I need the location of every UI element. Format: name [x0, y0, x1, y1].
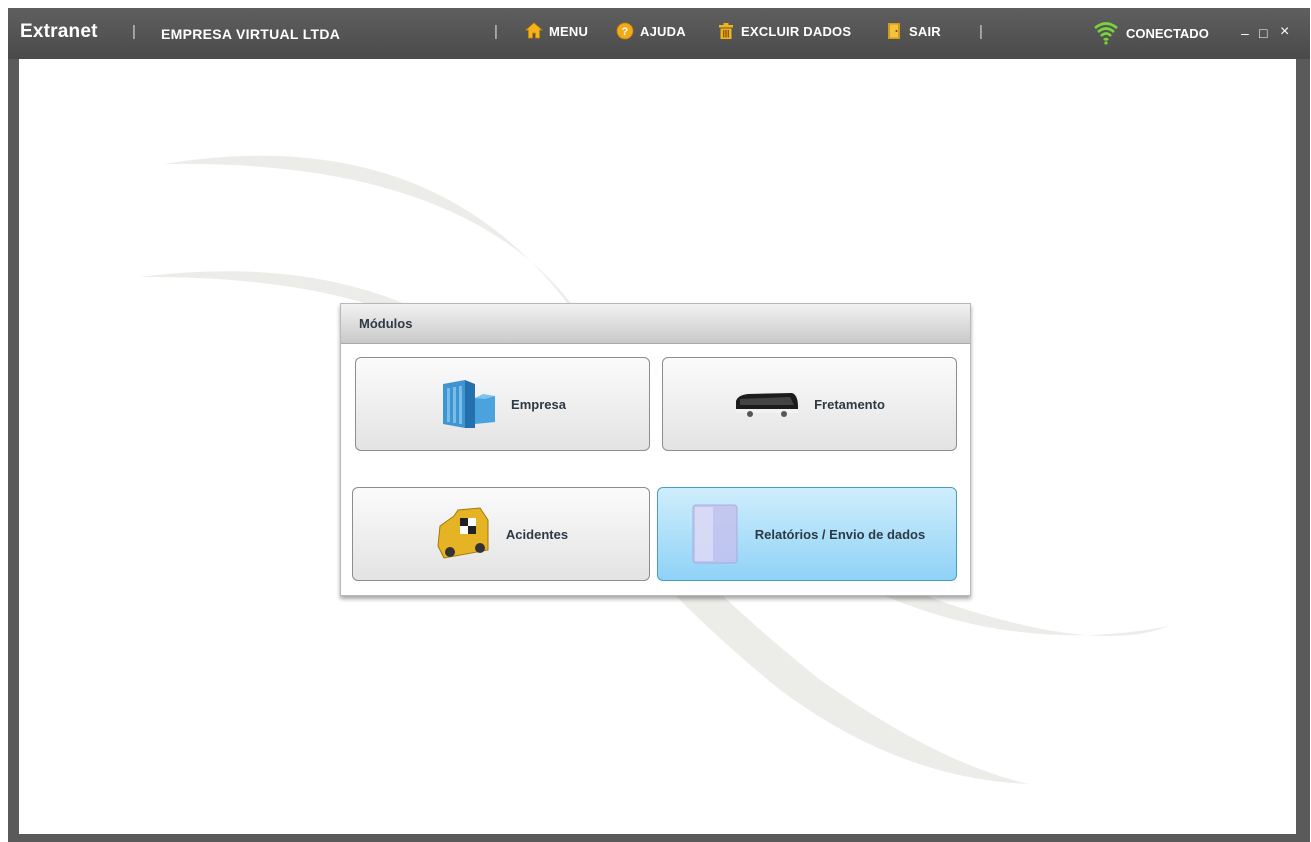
door-icon [888, 23, 900, 39]
accident-icon [437, 507, 489, 559]
exit-label: SAIR [909, 23, 941, 39]
fretamento-module-label: Fretamento [814, 396, 885, 412]
help-label: AJUDA [640, 23, 686, 39]
modules-panel: Módulos Empresa Fretamento Acidentes Rel… [340, 303, 971, 596]
title-separator: | [132, 23, 136, 40]
trash-icon [719, 23, 733, 39]
app-title: Extranet [20, 21, 98, 42]
exit-button[interactable]: SAIR [885, 22, 941, 40]
acidentes-module-button[interactable]: Acidentes [352, 487, 650, 581]
acidentes-module-label: Acidentes [505, 526, 569, 542]
bus-icon [736, 393, 799, 417]
nav-separator-right: | [979, 23, 983, 40]
relatorios-module-button[interactable]: Relatórios / Envio de dados [657, 487, 957, 581]
signal-icon [1094, 22, 1118, 45]
connection-status: CONECTADO [1092, 21, 1209, 45]
empresa-module-label: Empresa [511, 396, 566, 412]
delete-data-button[interactable]: EXCLUIR DADOS [717, 22, 851, 40]
title-bar: Extranet | EMPRESA VIRTUAL LTDA | MENU ?… [8, 8, 1310, 59]
report-document-icon [692, 504, 738, 564]
empresa-module-button[interactable]: Empresa [355, 357, 650, 451]
maximize-button[interactable]: □ [1259, 25, 1267, 41]
nav-separator-left: | [494, 23, 498, 40]
home-icon [525, 22, 543, 39]
building-icon [443, 380, 496, 428]
help-icon: ? [616, 22, 634, 40]
menu-button[interactable]: MENU [525, 22, 588, 40]
close-button[interactable]: × [1280, 23, 1289, 41]
status-label: CONECTADO [1126, 25, 1209, 41]
company-name: EMPRESA VIRTUAL LTDA [161, 26, 341, 42]
fretamento-module-button[interactable]: Fretamento [662, 357, 957, 451]
main-content: Módulos Empresa Fretamento Acidentes Rel… [19, 59, 1296, 834]
app-window: Extranet | EMPRESA VIRTUAL LTDA | MENU ?… [8, 8, 1310, 842]
minimize-button[interactable]: – [1241, 25, 1249, 41]
modules-panel-title: Módulos [341, 304, 970, 344]
menu-label: MENU [549, 23, 589, 39]
svg-text:?: ? [622, 26, 629, 38]
relatorios-module-label: Relatórios / Envio de dados [754, 526, 926, 542]
delete-data-label: EXCLUIR DADOS [741, 23, 852, 39]
help-button[interactable]: ? AJUDA [616, 22, 686, 40]
